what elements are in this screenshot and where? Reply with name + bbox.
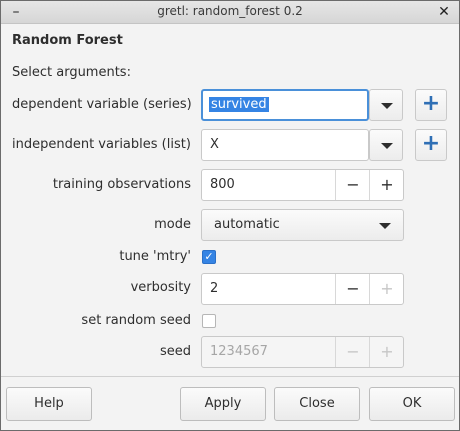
tune-mtry-checkbox[interactable]: ✓ [202,250,216,264]
verbosity-spinner[interactable]: 2 − + [201,273,404,305]
dialog-heading: Random Forest [12,33,123,48]
tune-mtry-label: tune 'mtry' [119,249,191,264]
close-button[interactable]: Close [274,387,360,421]
training-observations-value: 800 [210,177,235,192]
add-dependent-variable-button[interactable]: + [415,89,447,121]
seed-label: seed [159,344,191,359]
verbosity-label: verbosity [130,280,191,295]
dialog-window: – gretl: random_forest 0.2 ✕ Random Fore… [0,0,460,431]
seed-spinner[interactable]: 1234567 − + [201,336,404,368]
help-button[interactable]: Help [6,387,92,421]
seed-value: 1234567 [210,344,268,359]
mode-combobox[interactable]: automatic [201,209,404,241]
dialog-content: Random Forest Select arguments: dependen… [1,24,459,430]
decrement-icon[interactable]: − [335,337,370,367]
apply-button[interactable]: Apply [180,387,266,421]
button-separator [1,376,459,377]
chevron-down-icon [381,143,393,149]
chevron-down-icon [381,103,393,109]
increment-icon[interactable]: + [369,274,404,304]
dependent-variable-dropdown-button[interactable] [369,89,403,121]
select-arguments-label: Select arguments: [12,65,131,80]
dependent-variable-value: survived [209,97,269,112]
ok-button[interactable]: OK [369,387,455,421]
title-bar[interactable]: – gretl: random_forest 0.2 ✕ [1,1,459,24]
set-random-seed-checkbox[interactable] [202,314,216,328]
mode-label: mode [154,217,191,232]
add-independent-variables-button[interactable]: + [415,129,447,161]
chevron-down-icon [379,223,391,229]
dependent-variable-label: dependent variable (series) [12,97,192,112]
mode-value: automatic [214,217,280,232]
close-icon[interactable]: ✕ [435,3,453,21]
independent-variables-dropdown-button[interactable] [369,129,403,161]
increment-icon[interactable]: + [369,337,404,367]
set-random-seed-label: set random seed [81,313,191,328]
increment-icon[interactable]: + [369,170,404,200]
window-title: gretl: random_forest 0.2 [157,4,303,18]
decrement-icon[interactable]: − [335,170,370,200]
verbosity-value: 2 [210,281,219,296]
checkmark-icon: ✓ [204,250,214,263]
training-observations-spinner[interactable]: 800 − + [201,169,404,201]
dependent-variable-entry[interactable]: survived [201,89,369,121]
independent-variables-entry[interactable]: X [201,129,369,161]
training-observations-label: training observations [52,177,191,192]
independent-variables-value: X [210,137,219,152]
independent-variables-label: independent variables (list) [12,137,191,152]
decrement-icon[interactable]: − [335,274,370,304]
